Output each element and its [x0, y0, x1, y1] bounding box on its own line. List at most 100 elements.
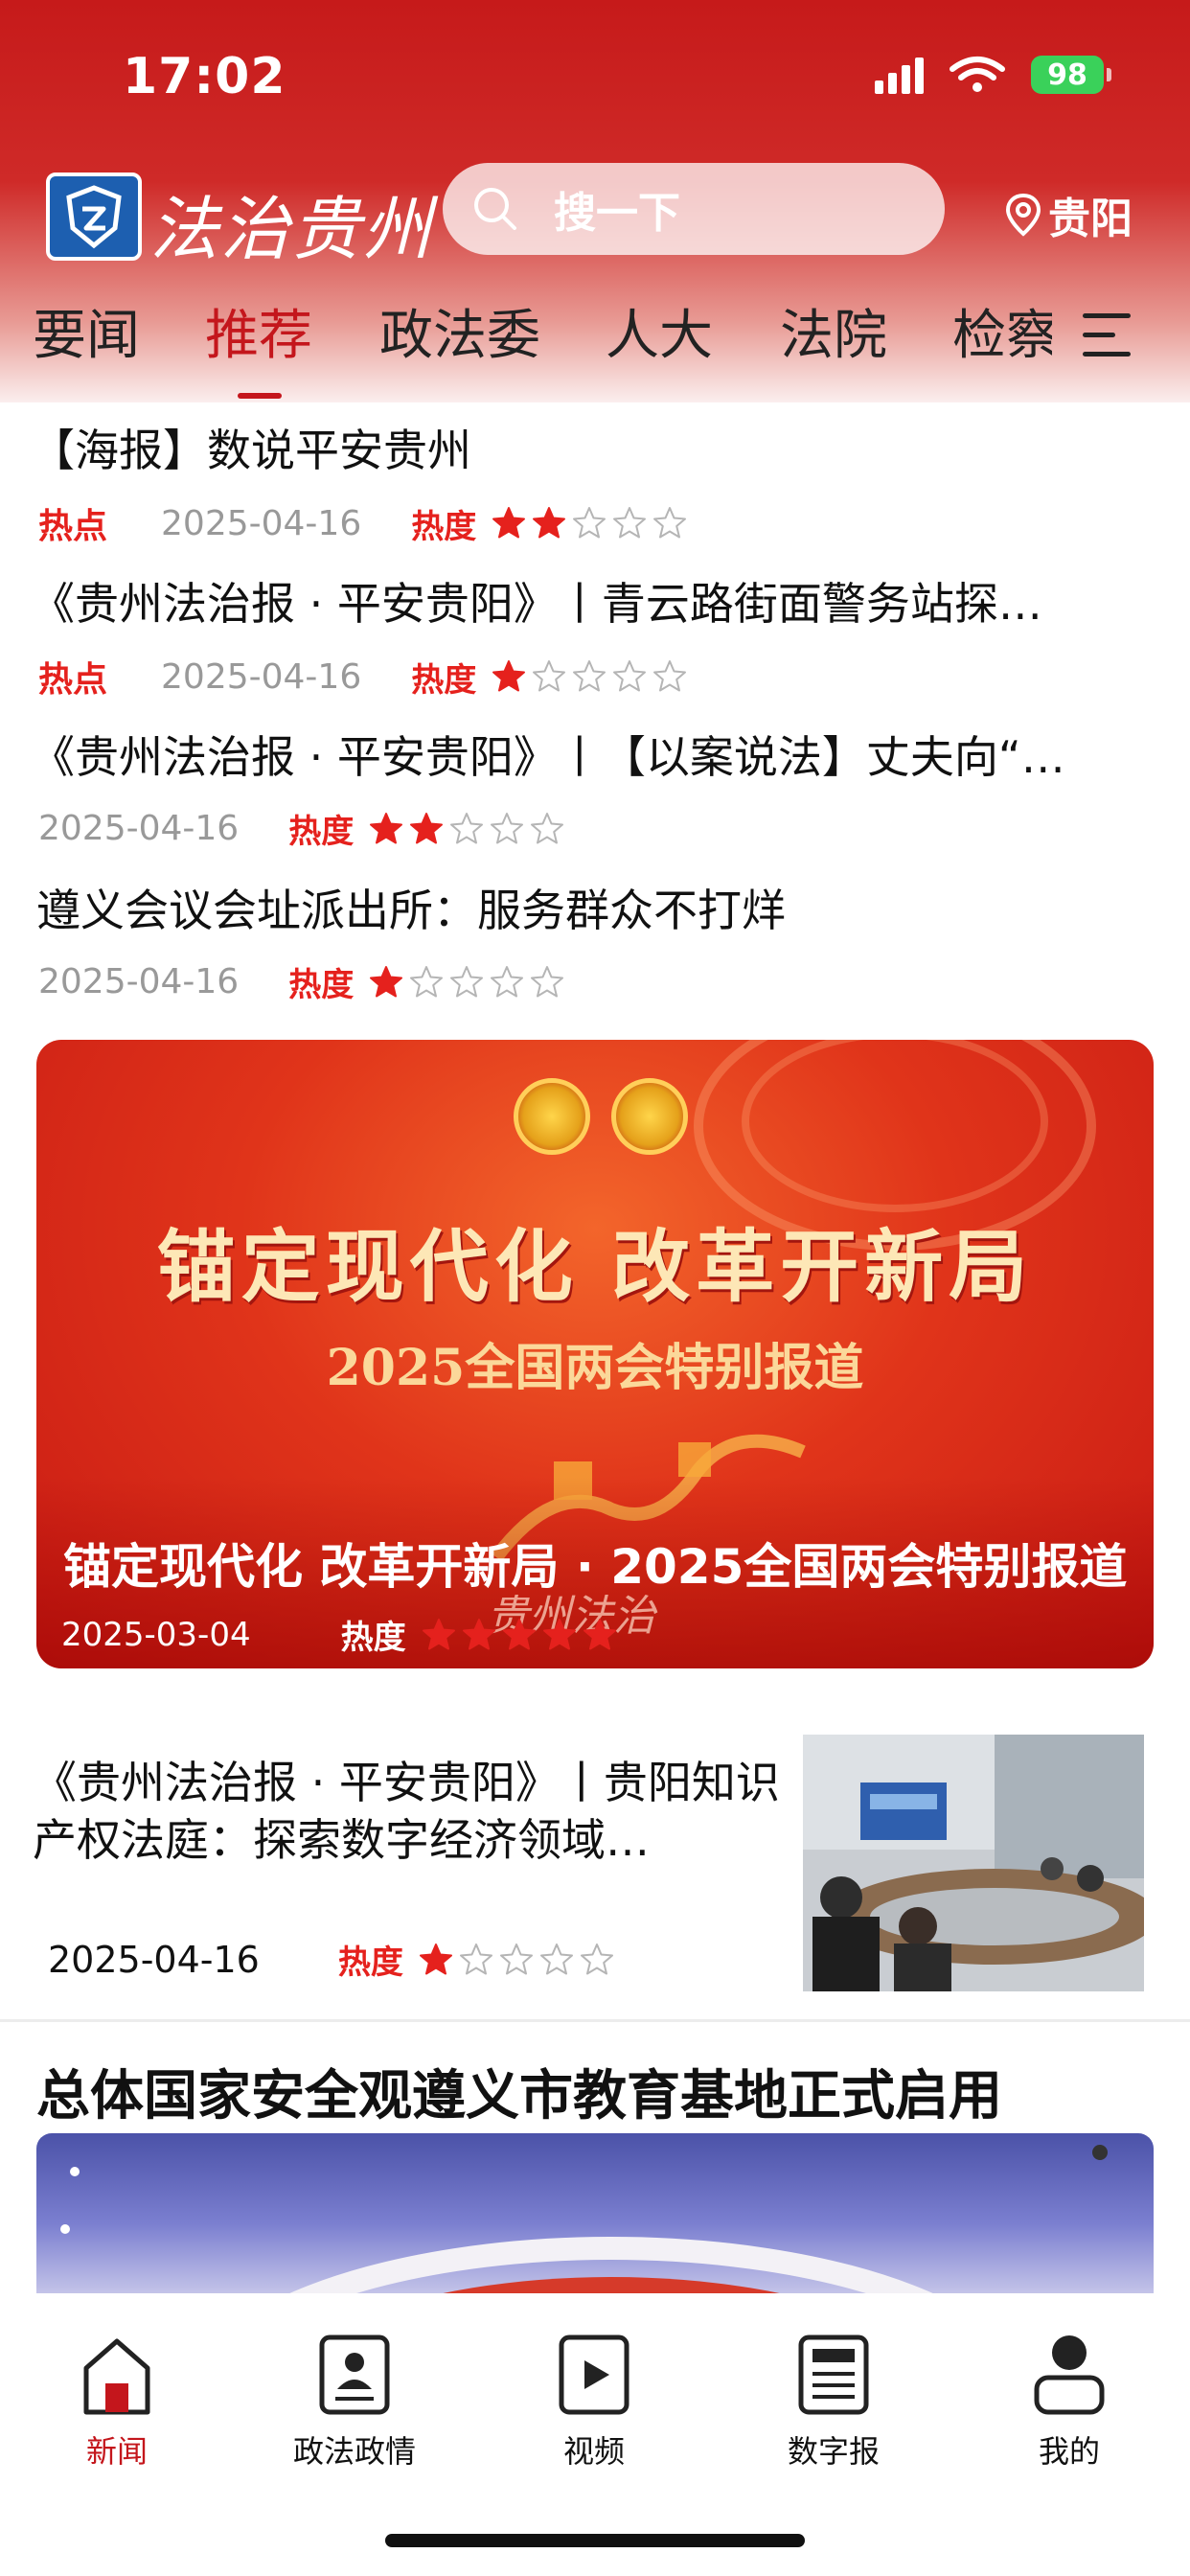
star-empty-icon [499, 1943, 533, 1974]
star-empty-icon [539, 1943, 573, 1974]
cppcc-emblem-icon [611, 1078, 688, 1155]
star-empty-icon [410, 965, 444, 997]
heat-label: 热度 [340, 1619, 406, 1657]
news-item-title[interactable]: 遵义会议会址派出所：服务群众不打烊 [36, 876, 1129, 939]
star-filled-icon [370, 812, 403, 843]
star-empty-icon [450, 965, 484, 997]
nav-me[interactable]: 我的 [973, 2332, 1165, 2472]
wifi-icon [950, 57, 1005, 92]
heat-rating [369, 812, 564, 846]
hot-tag: 热点 [38, 507, 108, 546]
location-label: 贵阳 [1048, 195, 1133, 243]
app-screen: 17:02 98 法治贵州 搜一下 贵阳 要闻 推荐 政法委 人大 法院 检察 … [0, 0, 1190, 2576]
video-play-icon [559, 2334, 629, 2415]
heat-label: 热度 [288, 966, 355, 1004]
news-item-meta: 2025-04-16 热度 [38, 805, 564, 852]
article-title[interactable]: 《贵州法治报 · 平安贵阳》丨贵阳知识产权法庭：探索数字经济领域… [33, 1754, 786, 1869]
heat-rating [369, 965, 564, 1000]
featured-banner[interactable]: 锚定现代化 改革开新局 2025全国两会特别报道 锚定现代化 改革开新局 · 2… [36, 1040, 1154, 1668]
menu-icon[interactable] [1083, 310, 1131, 361]
banner-subheadline: 2025全国两会特别报道 [326, 1339, 864, 1397]
national-emblem-icon [514, 1078, 590, 1155]
star-filled-icon [410, 812, 444, 843]
search-placeholder: 搜一下 [554, 189, 680, 238]
article-date: 2025-04-16 [48, 1938, 260, 1981]
tab-strip: 要闻 推荐 政法委 人大 法院 检察 [0, 292, 1052, 398]
banner-headline: 锚定现代化 改革开新局 [156, 1221, 1034, 1313]
star-empty-icon [531, 965, 564, 997]
banner-date: 2025-03-04 [61, 1615, 251, 1654]
news-date: 2025-04-16 [161, 503, 362, 543]
newspaper-icon [798, 2334, 869, 2415]
star-filled-icon [370, 965, 403, 997]
header: 17:02 98 法治贵州 搜一下 贵阳 要闻 推荐 政法委 人大 法院 检察 [0, 0, 1190, 402]
nav-news[interactable]: 新闻 [21, 2332, 213, 2472]
star-empty-icon [653, 660, 687, 692]
section-divider [0, 2019, 1190, 2022]
home-indicator[interactable] [385, 2534, 805, 2547]
battery-icon: 98 [1031, 56, 1111, 94]
tab-tuijian[interactable]: 推荐 [205, 292, 312, 370]
star-empty-icon [491, 812, 524, 843]
tab-renda[interactable]: 人大 [606, 292, 713, 370]
active-tab-indicator [238, 393, 282, 399]
news-item-meta: 热点 2025-04-16 热度 [38, 652, 687, 702]
news-item-meta: 2025-04-16 热度 [38, 958, 564, 1005]
star-empty-icon [573, 507, 606, 539]
news-item-title[interactable]: 《贵州法治报 · 平安贵阳》丨【以案说法】丈夫向“… [31, 723, 1123, 786]
star-filled-icon [492, 507, 526, 539]
heat-label: 热度 [288, 813, 355, 851]
nav-digital-paper[interactable]: 数字报 [738, 2332, 929, 2472]
news-item-title[interactable]: 《贵州法治报 · 平安贵阳》丨青云路街面警务站探… [31, 569, 1123, 632]
user-icon [1034, 2335, 1105, 2415]
location-button[interactable]: 贵阳 [1004, 184, 1133, 245]
heat-rating [419, 1943, 614, 1977]
article-meta: 2025-04-16 热度 [48, 1936, 614, 1983]
star-empty-icon [573, 660, 606, 692]
star-empty-icon [533, 660, 566, 692]
star-empty-icon [450, 812, 484, 843]
star-filled-icon [462, 1618, 495, 1649]
star-filled-icon [492, 660, 526, 692]
status-bar: 17:02 98 [0, 0, 1190, 153]
id-card-icon [319, 2334, 390, 2415]
tab-yaowen[interactable]: 要闻 [33, 292, 140, 370]
cellular-signal-icon [875, 56, 924, 94]
top-bar: 法治贵州 搜一下 贵阳 [0, 163, 1190, 269]
heat-label: 热度 [337, 1944, 403, 1982]
app-logo-text[interactable]: 法治贵州 [149, 172, 433, 273]
star-filled-icon [502, 1618, 536, 1649]
heat-label: 热度 [411, 507, 477, 546]
heat-rating [492, 659, 687, 694]
news-item-meta: 热点 2025-04-16 热度 [38, 498, 687, 548]
logo-icon[interactable] [46, 172, 142, 261]
tab-jiancha[interactable]: 检察 [952, 292, 1052, 370]
home-icon [83, 2338, 150, 2415]
news-date: 2025-04-16 [38, 962, 240, 1001]
heat-label: 热度 [411, 660, 477, 700]
feature-title[interactable]: 总体国家安全观遵义市教育基地正式启用 [36, 2053, 1002, 2130]
nav-label: 数字报 [787, 2433, 880, 2470]
news-item-title[interactable]: 【海报】数说平安贵州 [31, 416, 1152, 479]
nav-video[interactable]: 视频 [498, 2332, 690, 2472]
star-empty-icon [531, 812, 564, 843]
star-filled-icon [422, 1618, 455, 1649]
heat-rating [422, 1618, 617, 1652]
star-filled-icon [533, 507, 566, 539]
star-empty-icon [491, 965, 524, 997]
article-thumbnail[interactable] [803, 1735, 1144, 1991]
heat-rating [492, 506, 687, 540]
star-filled-icon [419, 1943, 452, 1974]
tab-zhengfawei[interactable]: 政法委 [379, 292, 540, 370]
nav-label: 政法政情 [292, 2433, 416, 2470]
status-time: 17:02 [123, 48, 286, 105]
news-date: 2025-04-16 [38, 809, 240, 848]
search-input[interactable]: 搜一下 [443, 163, 945, 255]
nav-politics[interactable]: 政法政情 [259, 2332, 450, 2472]
star-filled-icon [542, 1618, 576, 1649]
tab-fayuan[interactable]: 法院 [780, 292, 887, 370]
search-icon [474, 188, 516, 230]
category-tabs: 要闻 推荐 政法委 人大 法院 检察 [0, 292, 1190, 399]
news-date: 2025-04-16 [161, 656, 362, 697]
nav-label: 新闻 [85, 2433, 148, 2470]
